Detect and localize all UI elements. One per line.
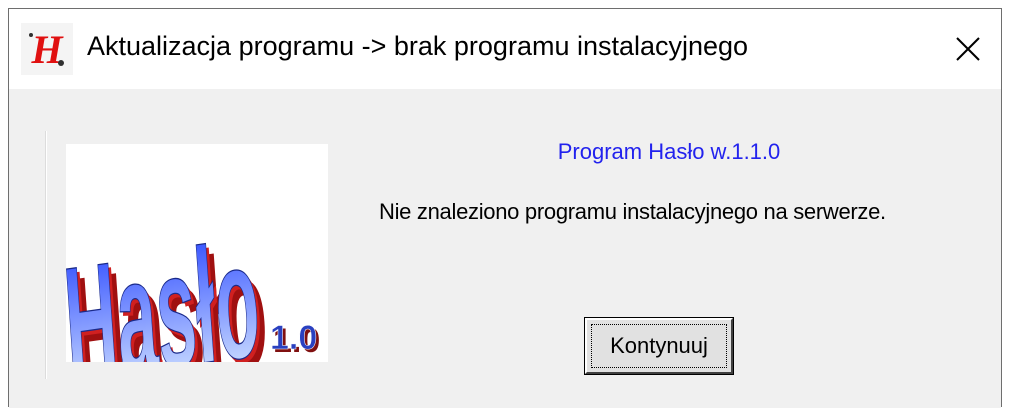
close-icon <box>956 37 980 61</box>
error-message: Nie znaleziono programu instalacyjnego n… <box>379 199 886 224</box>
close-button[interactable] <box>935 9 1001 89</box>
app-icon: H <box>21 23 73 75</box>
program-version-label: Program Hasło w.1.1.0 <box>557 139 781 164</box>
continue-button[interactable]: Kontynuuj <box>584 317 734 375</box>
dialog-window: H Aktualizacja programu -> brak programu… <box>8 8 1002 408</box>
title-bar[interactable]: H Aktualizacja programu -> brak programu… <box>9 9 1001 89</box>
continue-button-label: Kontynuuj <box>610 333 708 358</box>
window-title: Aktualizacja programu -> brak programu i… <box>87 31 749 61</box>
svg-text:Hasło: Hasło <box>66 207 265 362</box>
divider <box>45 131 46 379</box>
svg-text:1.0: 1.0 <box>270 319 317 357</box>
haslo-logo-image: Hasło Hasło Hasło 1.0 1.0 <box>66 144 328 362</box>
dialog-content: Hasło Hasło Hasło 1.0 1.0 Program Hasło … <box>9 89 1001 408</box>
